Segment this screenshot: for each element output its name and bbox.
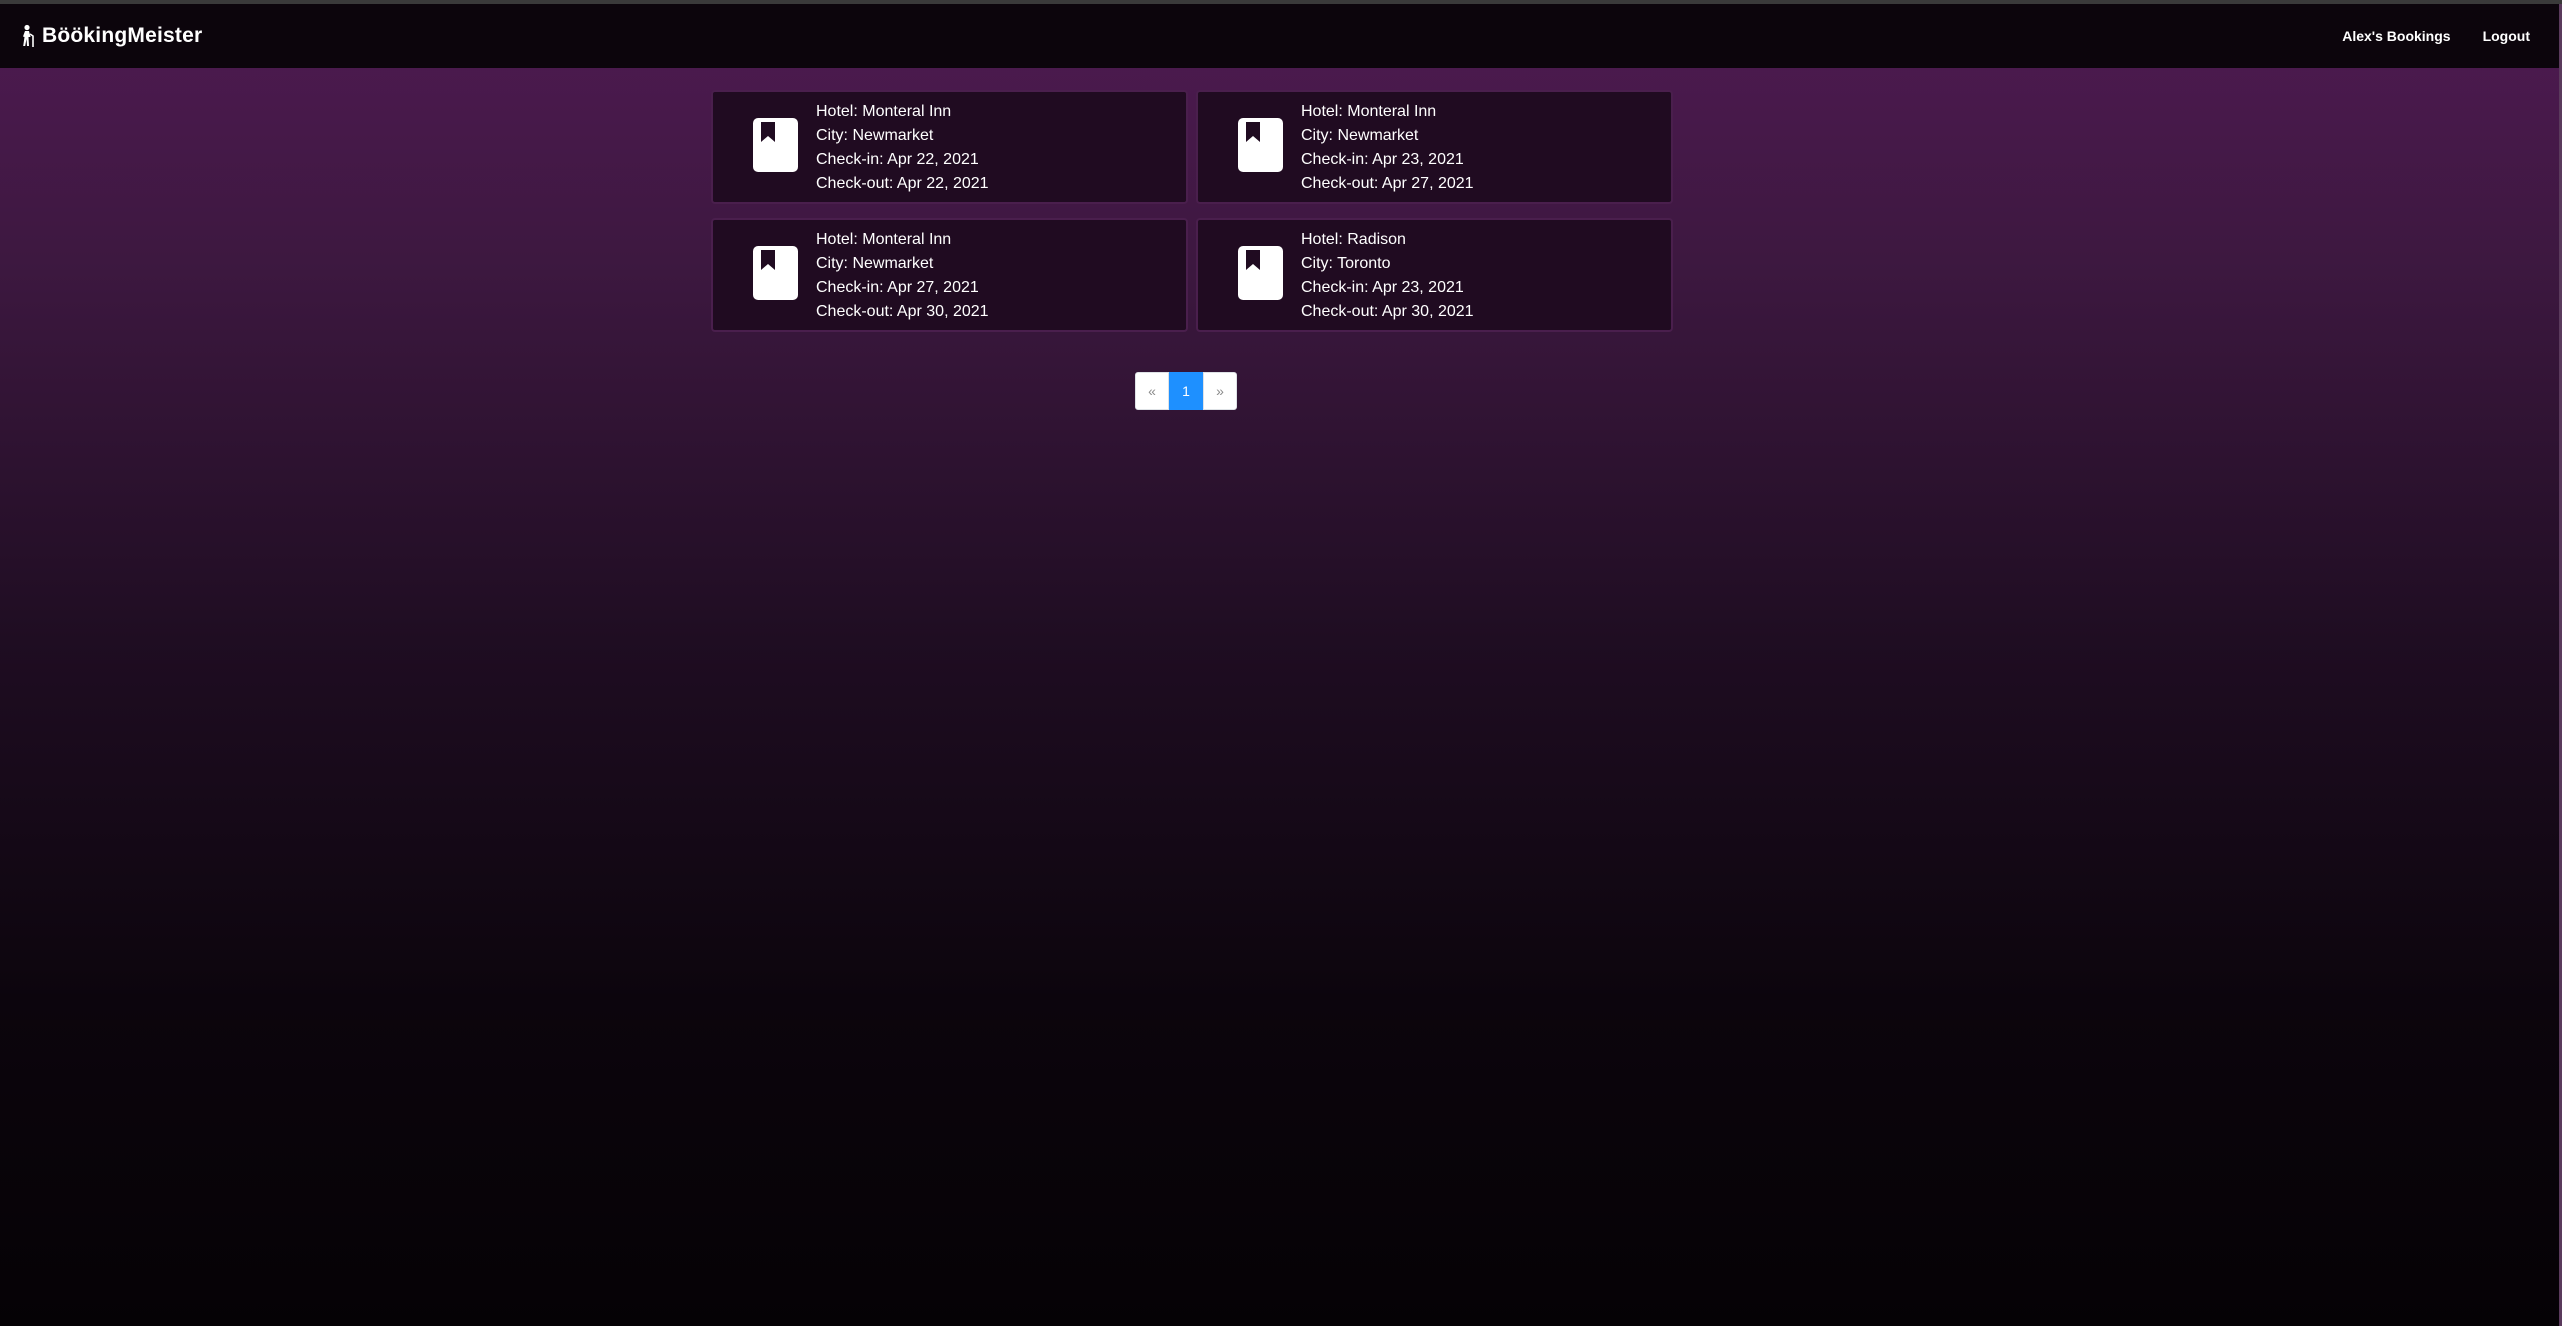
bookmark-book-icon: [753, 118, 798, 172]
booking-details: Hotel: Monteral Inn City: Newmarket Chec…: [1301, 100, 1474, 196]
nav-link-logout[interactable]: Logout: [2483, 28, 2530, 44]
booking-card[interactable]: Hotel: Radison City: Toronto Check-in: A…: [1196, 218, 1673, 332]
booking-city: City: Newmarket: [816, 255, 934, 272]
booking-hotel: Hotel: Monteral Inn: [816, 231, 952, 248]
pagination-prev-button[interactable]: «: [1135, 372, 1169, 410]
booking-check-in: Check-in: Apr 22, 2021: [816, 151, 979, 168]
booking-card[interactable]: Hotel: Monteral Inn City: Newmarket Chec…: [1196, 90, 1673, 204]
booking-city: City: Toronto: [1301, 255, 1391, 272]
booking-details: Hotel: Radison City: Toronto Check-in: A…: [1301, 228, 1474, 324]
booking-hotel: Hotel: Monteral Inn: [1301, 103, 1437, 120]
booking-check-in: Check-in: Apr 27, 2021: [816, 279, 979, 296]
pagination-page-1-button[interactable]: 1: [1169, 372, 1203, 410]
booking-card[interactable]: Hotel: Monteral Inn City: Newmarket Chec…: [711, 218, 1188, 332]
bookmark-book-icon: [1238, 118, 1283, 172]
booking-check-in: Check-in: Apr 23, 2021: [1301, 279, 1464, 296]
bookings-grid: Hotel: Monteral Inn City: Newmarket Chec…: [711, 90, 1674, 332]
booking-details: Hotel: Monteral Inn City: Newmarket Chec…: [816, 228, 989, 324]
booking-details: Hotel: Monteral Inn City: Newmarket Chec…: [816, 100, 989, 196]
pagination-next-button[interactable]: »: [1203, 372, 1237, 410]
booking-check-in: Check-in: Apr 23, 2021: [1301, 151, 1464, 168]
booking-check-out: Check-out: Apr 22, 2021: [816, 175, 989, 192]
pagination: « 1 »: [1135, 372, 1237, 410]
booking-card[interactable]: Hotel: Monteral Inn City: Newmarket Chec…: [711, 90, 1188, 204]
nav-link-my-bookings[interactable]: Alex's Bookings: [2342, 28, 2450, 44]
booking-city: City: Newmarket: [816, 127, 934, 144]
booking-check-out: Check-out: Apr 30, 2021: [1301, 303, 1474, 320]
booking-check-out: Check-out: Apr 27, 2021: [1301, 175, 1474, 192]
navbar: BöökingMeister Alex's Bookings Logout: [0, 4, 2562, 68]
booking-hotel: Hotel: Radison: [1301, 231, 1406, 248]
person-with-cane-icon: [18, 24, 38, 48]
booking-city: City: Newmarket: [1301, 127, 1419, 144]
bookmark-book-icon: [1238, 246, 1283, 300]
bookmark-book-icon: [753, 246, 798, 300]
booking-check-out: Check-out: Apr 30, 2021: [816, 303, 989, 320]
nav-links: Alex's Bookings Logout: [2310, 4, 2530, 68]
brand-link[interactable]: BöökingMeister: [18, 4, 202, 68]
brand-title: BöökingMeister: [42, 24, 203, 47]
booking-hotel: Hotel: Monteral Inn: [816, 103, 952, 120]
